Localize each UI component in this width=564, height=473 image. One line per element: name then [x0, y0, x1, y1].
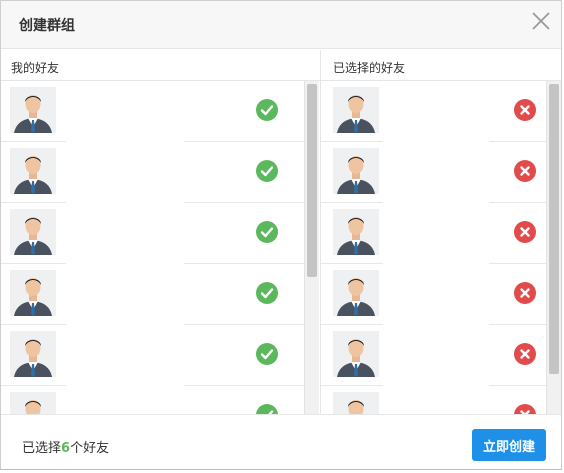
my-friends-list [1, 81, 320, 414]
avatar-icon [333, 270, 379, 316]
friend-row[interactable] [1, 325, 320, 386]
my-friends-header: 我的好友 [1, 50, 320, 81]
remove-circle-icon[interactable] [514, 282, 536, 304]
avatar-icon [10, 148, 56, 194]
friend-row[interactable] [1, 203, 320, 264]
avatar-icon [333, 148, 379, 194]
remove-circle-icon[interactable] [514, 404, 536, 414]
avatar-icon [10, 87, 56, 133]
selected-count: 6 [61, 441, 71, 456]
avatar-icon [333, 87, 379, 133]
avatar-icon [333, 392, 379, 414]
check-circle-icon[interactable] [256, 221, 278, 243]
avatar-icon [333, 331, 379, 377]
check-circle-icon[interactable] [256, 343, 278, 365]
check-circle-icon[interactable] [256, 282, 278, 304]
friend-row[interactable] [1, 81, 320, 142]
avatar-icon [10, 392, 56, 414]
scrollbar-thumb[interactable] [549, 84, 559, 374]
remove-circle-icon[interactable] [514, 343, 536, 365]
remove-circle-icon[interactable] [514, 160, 536, 182]
friend-row[interactable] [1, 142, 320, 203]
create-now-button[interactable]: 立即创建 [472, 429, 546, 461]
selected-row[interactable] [321, 386, 561, 414]
avatar-icon [10, 331, 56, 377]
check-circle-icon[interactable] [256, 160, 278, 182]
check-circle-icon[interactable] [256, 404, 278, 414]
dialog-footer: 已选择6个好友 立即创建 [1, 414, 561, 469]
avatar-icon [333, 209, 379, 255]
selected-row[interactable] [321, 325, 561, 386]
scrollbar-thumb[interactable] [307, 84, 317, 277]
selected-row[interactable] [321, 203, 561, 264]
remove-circle-icon[interactable] [514, 99, 536, 121]
avatar-icon [10, 209, 56, 255]
selected-friends-scrollbar[interactable] [546, 81, 561, 414]
summary-prefix: 已选择 [22, 441, 62, 456]
my-friends-scrollbar[interactable] [304, 81, 319, 414]
dialog-header: 创建群组 [1, 1, 561, 49]
selected-summary: 已选择6个好友 [22, 437, 109, 456]
selected-row[interactable] [321, 142, 561, 203]
friend-row[interactable] [1, 264, 320, 325]
friend-row[interactable] [1, 386, 320, 414]
close-icon[interactable] [530, 10, 552, 32]
selected-row[interactable] [321, 264, 561, 325]
dialog-title: 创建群组 [19, 18, 75, 34]
remove-circle-icon[interactable] [514, 221, 536, 243]
selected-friends-header: 已选择的好友 [321, 50, 561, 81]
my-friends-panel: 我的好友 [1, 50, 321, 414]
create-group-dialog: 创建群组 我的好友 已选择的好友 已选择6个好友 立即创建 [0, 0, 562, 470]
summary-suffix: 个好友 [70, 441, 110, 456]
check-circle-icon[interactable] [256, 99, 278, 121]
selected-friends-panel: 已选择的好友 [321, 50, 561, 414]
selected-friends-list [321, 81, 561, 414]
selected-row[interactable] [321, 81, 561, 142]
avatar-icon [10, 270, 56, 316]
